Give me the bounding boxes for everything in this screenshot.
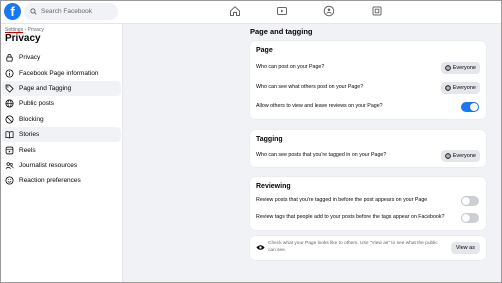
view-as-button[interactable]: View as [450,242,480,254]
globe-icon [444,65,451,71]
reaction-icon [5,176,14,185]
page-title: Privacy [5,33,41,44]
review-tags-toggle[interactable] [461,213,479,223]
globe-icon [5,99,14,108]
book-icon [5,131,14,139]
page-settings-card: Page Who can post on your Page? Everyone… [250,41,486,119]
setting-label: Review posts that you're tagged in befor… [256,197,428,203]
sidebar-item-label: Page and Tagging [19,84,72,92]
audience-selector[interactable]: Everyone [440,82,480,94]
audience-value: Everyone [452,65,476,71]
setting-row-who-can-see-others-posts: Who can see what others post on your Pag… [250,78,486,98]
audience-value: Everyone [452,85,476,91]
sidebar-item-journalist-resources[interactable]: Journalist resources [2,158,121,173]
setting-row-allow-reviews: Allow others to view and leave reviews o… [250,97,486,117]
setting-label: Review tags that people add to your post… [256,214,445,220]
sidebar-menu: Privacy Facebook Page information Page a… [2,50,121,189]
sidebar-item-label: Reels [19,146,36,154]
view-as-description: Check what your Page looks like to other… [268,241,438,253]
sidebar-item-label: Reaction preferences [19,177,81,185]
tag-icon [5,84,14,93]
audience-value: Everyone [452,153,476,159]
lock-icon [6,54,13,62]
card-title: Page [256,47,273,54]
top-bar: f Search Facebook [0,0,502,24]
setting-label: Allow others to view and leave reviews o… [256,103,383,109]
people-icon [5,162,14,169]
sidebar-item-label: Journalist resources [19,161,78,169]
sidebar-item-public-posts[interactable]: Public posts [2,96,121,111]
sidebar-item-blocking[interactable]: Blocking [2,112,121,127]
search-icon [30,8,37,15]
toggle-knob [462,214,470,222]
section-title: Page and tagging [250,27,313,36]
sidebar-item-label: Stories [19,131,40,139]
video-icon[interactable] [276,5,288,17]
groups-icon[interactable] [323,5,335,17]
card-title: Reviewing [256,183,291,190]
sidebar-item-label: Privacy [19,54,41,62]
reviews-toggle[interactable] [461,102,479,112]
globe-icon [444,85,451,91]
setting-row-review-tags: Review tags that people add to your post… [250,208,486,228]
sidebar-item-reaction-preferences[interactable]: Reaction preferences [2,173,121,188]
search-input[interactable]: Search Facebook [24,3,118,20]
sidebar-item-stories[interactable]: Stories [2,126,121,143]
toggle-knob [462,197,470,205]
home-icon[interactable] [229,5,241,17]
facebook-logo[interactable]: f [4,3,21,20]
sidebar-item-label: Blocking [19,115,44,123]
reels-icon [5,146,14,154]
eye-icon [256,245,265,250]
sidebar-item-label: Facebook Page information [19,69,99,77]
settings-sidebar: Settings › Privacy Privacy Privacy Faceb… [0,24,123,283]
sidebar-item-label: Public posts [19,100,55,108]
search-placeholder: Search Facebook [41,8,92,15]
view-as-info-box: Check what your Page looks like to other… [250,236,486,260]
info-icon [5,69,14,78]
reviewing-settings-card: Reviewing Review posts that you're tagge… [250,177,486,230]
tagging-settings-card: Tagging Who can see posts that you're ta… [250,130,486,167]
review-posts-toggle[interactable] [461,196,479,206]
globe-icon [444,153,451,159]
setting-row-who-can-post: Who can post on your Page? Everyone [250,58,486,78]
audience-selector[interactable]: Everyone [440,150,480,162]
setting-row-tagged-posts-visibility: Who can see posts that you're tagged in … [250,146,486,166]
card-title: Tagging [256,136,283,143]
audience-selector[interactable]: Everyone [440,62,480,74]
setting-label: Who can see posts that you're tagged in … [256,152,387,158]
setting-label: Who can see what others post on your Pag… [256,84,364,90]
setting-label: Who can post on your Page? [256,64,325,70]
sidebar-item-privacy[interactable]: Privacy [2,50,121,65]
sidebar-item-page-information[interactable]: Facebook Page information [2,65,121,80]
sidebar-item-reels[interactable]: Reels [2,142,121,157]
block-icon [5,115,14,124]
toggle-knob [470,103,478,111]
gaming-icon[interactable] [371,5,383,17]
sidebar-item-page-and-tagging[interactable]: Page and Tagging [2,80,121,97]
